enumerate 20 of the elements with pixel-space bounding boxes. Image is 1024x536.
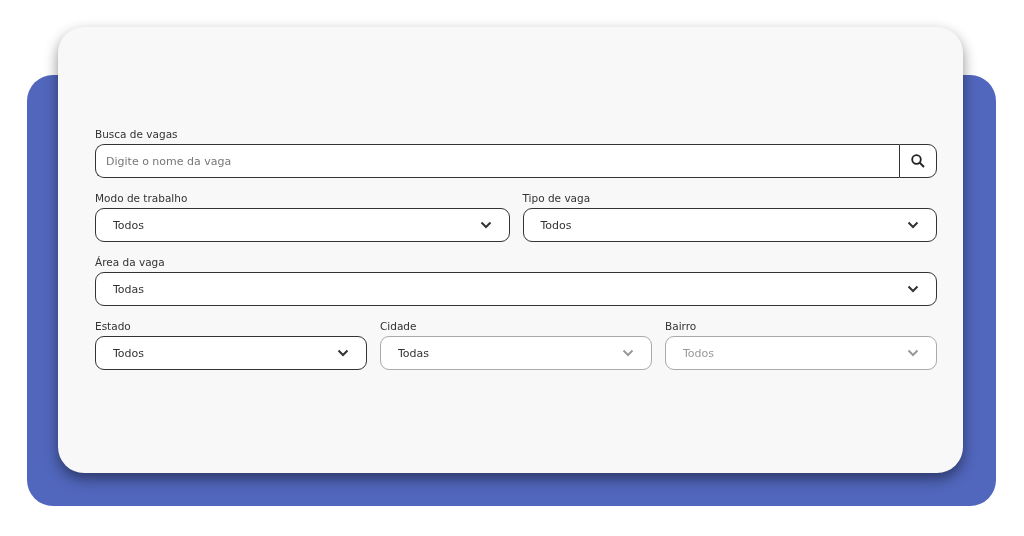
field-label: Tipo de vaga — [522, 192, 591, 205]
field-label: Busca de vagas — [95, 128, 178, 141]
chevron-down-icon — [907, 349, 919, 357]
dropdown[interactable]: Todos — [522, 208, 937, 242]
field-label: Área da vaga — [95, 256, 165, 269]
chevron-down-icon — [907, 285, 919, 293]
field-label: Estado — [95, 320, 131, 333]
field-label: Modo de trabalho — [95, 192, 188, 205]
field-label: Cidade — [380, 320, 417, 333]
chevron-down-icon — [907, 221, 919, 229]
dropdown[interactable]: Todos — [95, 336, 367, 370]
field-label: Bairro — [665, 320, 697, 333]
chevron-down-icon — [479, 221, 492, 229]
dropdown[interactable]: Todos — [95, 208, 510, 242]
search-field[interactable]: Digite o nome da vaga — [95, 144, 899, 178]
search-icon — [911, 154, 925, 168]
dropdown[interactable]: Todas — [95, 272, 937, 306]
search-button[interactable] — [899, 144, 937, 178]
chevron-down-icon — [622, 349, 634, 357]
chevron-down-icon — [337, 349, 349, 357]
